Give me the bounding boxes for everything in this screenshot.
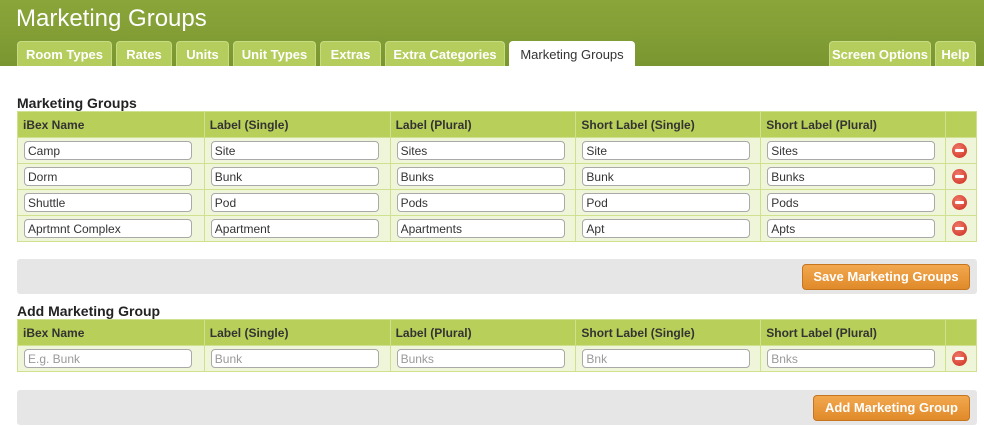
table-row	[17, 189, 977, 216]
column-header: Label (Single)	[203, 319, 391, 346]
short-label-plural-input[interactable]	[767, 193, 936, 212]
short-label-single-input[interactable]	[582, 193, 751, 212]
column-header: iBex Name	[17, 111, 205, 138]
column-header: iBex Name	[17, 319, 205, 346]
label-single-input[interactable]	[210, 193, 379, 212]
short-label-single-input[interactable]	[582, 349, 751, 368]
table-row	[17, 137, 977, 164]
short-label-plural-input[interactable]	[767, 141, 936, 160]
tab-marketing-groups[interactable]: Marketing Groups	[509, 41, 635, 66]
column-header: Label (Plural)	[389, 319, 577, 346]
table-row	[17, 215, 977, 242]
ibex-name-input[interactable]	[24, 219, 192, 238]
delete-icon[interactable]	[952, 168, 968, 184]
label-plural-input[interactable]	[396, 349, 565, 368]
delete-icon[interactable]	[952, 350, 968, 366]
add-marketing-group-table: iBex Name Label (Single) Label (Plural) …	[17, 319, 977, 372]
label-plural-input[interactable]	[396, 193, 565, 212]
screen-options-tab[interactable]: Screen Options	[829, 41, 931, 66]
column-header: Short Label (Plural)	[760, 319, 947, 346]
page-title: Marketing Groups	[16, 5, 207, 32]
tab-rates[interactable]: Rates	[116, 41, 172, 66]
column-header: Short Label (Single)	[575, 111, 762, 138]
column-header: Label (Single)	[203, 111, 391, 138]
delete-icon[interactable]	[952, 142, 968, 158]
add-marketing-group-button[interactable]: Add Marketing Group	[813, 395, 970, 421]
tab-extra-categories[interactable]: Extra Categories	[385, 41, 505, 66]
tab-room-types[interactable]: Room Types	[17, 41, 112, 66]
column-header: Short Label (Plural)	[760, 111, 947, 138]
short-label-single-input[interactable]	[582, 141, 751, 160]
column-header: Short Label (Single)	[575, 319, 762, 346]
table-row	[17, 163, 977, 190]
add-marketing-group-heading: Add Marketing Group	[17, 303, 161, 319]
ibex-name-input[interactable]	[24, 349, 192, 368]
ibex-name-input[interactable]	[24, 193, 192, 212]
label-plural-input[interactable]	[396, 141, 565, 160]
ibex-name-input[interactable]	[24, 141, 192, 160]
save-action-bar: Save Marketing Groups	[17, 259, 977, 294]
label-single-input[interactable]	[210, 219, 379, 238]
ibex-name-input[interactable]	[24, 167, 192, 186]
short-label-plural-input[interactable]	[767, 167, 936, 186]
delete-icon[interactable]	[952, 220, 968, 236]
table-header-row: iBex Name Label (Single) Label (Plural) …	[17, 319, 977, 346]
column-header: Label (Plural)	[389, 111, 577, 138]
marketing-groups-heading: Marketing Groups	[17, 95, 137, 111]
delete-icon[interactable]	[952, 194, 968, 210]
tab-units[interactable]: Units	[176, 41, 229, 66]
label-single-input[interactable]	[210, 141, 379, 160]
label-plural-input[interactable]	[396, 219, 565, 238]
label-single-input[interactable]	[210, 167, 379, 186]
short-label-single-input[interactable]	[582, 167, 751, 186]
save-marketing-groups-button[interactable]: Save Marketing Groups	[802, 264, 970, 290]
short-label-plural-input[interactable]	[767, 219, 936, 238]
table-header-row: iBex Name Label (Single) Label (Plural) …	[17, 111, 977, 138]
tab-unit-types[interactable]: Unit Types	[233, 41, 316, 66]
add-action-bar: Add Marketing Group	[17, 390, 977, 425]
short-label-single-input[interactable]	[582, 219, 751, 238]
tab-extras[interactable]: Extras	[320, 41, 381, 66]
marketing-groups-table: iBex Name Label (Single) Label (Plural) …	[17, 111, 977, 242]
label-single-input[interactable]	[210, 349, 379, 368]
short-label-plural-input[interactable]	[767, 349, 936, 368]
help-tab[interactable]: Help	[935, 41, 976, 66]
label-plural-input[interactable]	[396, 167, 565, 186]
table-row	[17, 345, 977, 372]
page-header: Marketing Groups Room Types Rates Units …	[0, 0, 984, 66]
